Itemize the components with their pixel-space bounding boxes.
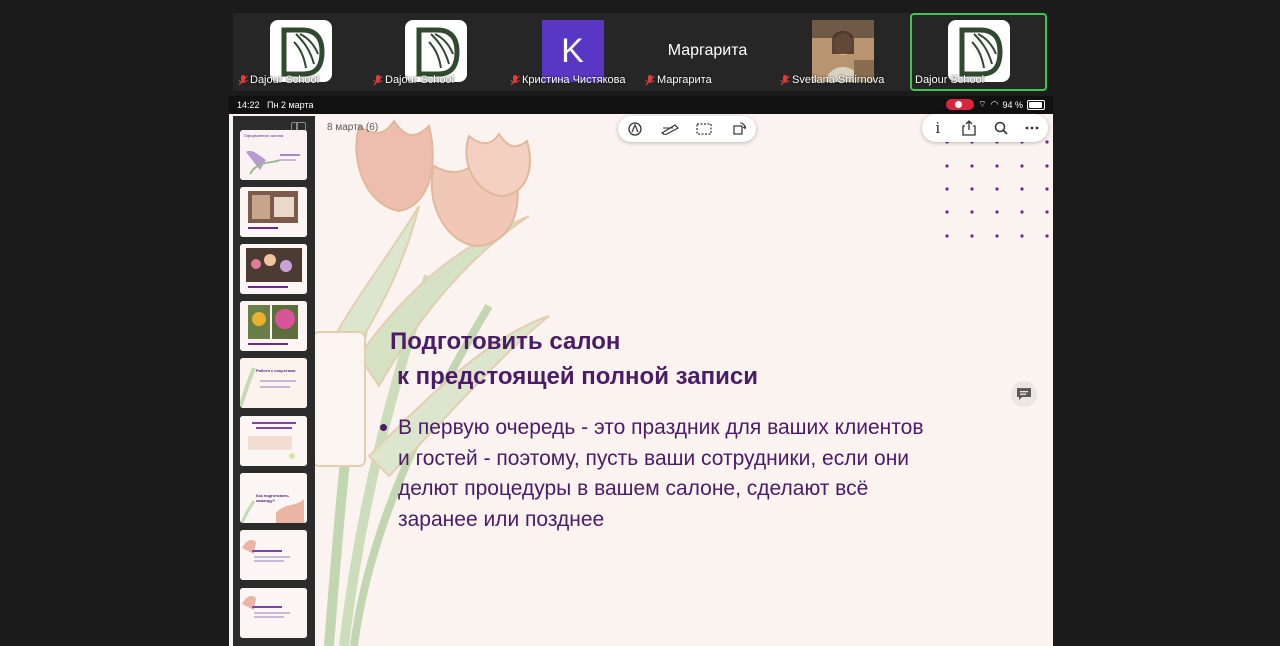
ruler-icon[interactable]: [660, 120, 679, 138]
participant-tile[interactable]: Dajour School: [233, 13, 368, 91]
markup-pen-icon[interactable]: [626, 120, 644, 138]
status-date: Пн 2 марта: [267, 100, 314, 110]
page-thumbnail[interactable]: [240, 244, 307, 294]
dot-grid-decoration: [945, 140, 1049, 238]
participant-name: Svetlana Smirnova: [792, 74, 885, 86]
mic-muted-icon: [238, 74, 248, 85]
headphones-icon: ◠: [990, 99, 999, 109]
dajour-logo-icon: [404, 20, 467, 82]
markup-toolbar: [618, 116, 756, 142]
status-time: 14:22: [237, 100, 260, 110]
page-thumbnail[interactable]: Работа с соцсетями: [240, 358, 307, 408]
slide-bullet-item: В первую очередь - это праздник для ваши…: [380, 413, 940, 535]
participant-tile[interactable]: Dajour School: [368, 13, 503, 91]
avatar: K: [541, 20, 604, 82]
thumbnail-caption: Как подготовить команду?: [256, 493, 289, 503]
battery-percent: 94 %: [1002, 99, 1023, 110]
thumbnail-caption: Работа с соцсетями: [256, 368, 296, 373]
participant-strip: Dajour School Dajour School K Кристина Ч…: [233, 13, 1048, 91]
participant-tile[interactable]: Маргарита Маргарита: [640, 13, 775, 91]
page-thumbnail[interactable]: Как подготовить команду?: [240, 473, 307, 523]
more-icon[interactable]: [1023, 119, 1041, 137]
page-thumbnail[interactable]: Оформление салона: [240, 130, 307, 180]
dajour-logo-icon: [947, 20, 1010, 82]
document-title: 8 марта (6): [327, 122, 379, 133]
thumbnail-caption: Оформление салона: [244, 133, 284, 138]
participant-name: Dajour School: [250, 74, 320, 86]
participant-display-name: Маргарита: [667, 42, 748, 59]
slide-title: Подготовить салон к предстоящей полной з…: [390, 324, 850, 394]
ipad-status-bar: 14:22 Пн 2 марта ⌔ ◠ 94 %: [229, 96, 1053, 114]
battery-icon: [1027, 99, 1045, 110]
avatar-photo: [811, 20, 874, 82]
mic-muted-icon: [780, 74, 790, 85]
document-toolbar: i: [922, 114, 1048, 142]
mic-muted-icon: [373, 74, 383, 85]
rotate-icon[interactable]: [730, 120, 748, 138]
wifi-icon: ⌔: [978, 99, 987, 109]
mic-muted-icon: [645, 74, 655, 85]
screen-recording-icon: [946, 99, 975, 110]
mic-muted-icon: [510, 74, 520, 85]
participant-name: Dajour School: [915, 74, 985, 86]
share-icon[interactable]: [960, 119, 978, 137]
slide-title-line2: к предстоящей полной записи: [397, 363, 758, 390]
page-thumbnails-sidebar: Оформление салона Работа с соцсетями Как…: [233, 116, 315, 646]
participant-name: Кристина Чистякова: [522, 74, 626, 86]
page-thumbnail[interactable]: [240, 301, 307, 351]
dajour-logo-icon: [269, 20, 332, 82]
shared-screen: 14:22 Пн 2 марта ⌔ ◠ 94 % Оформление сал…: [229, 96, 1053, 646]
search-icon[interactable]: [992, 119, 1010, 137]
comment-bubble-icon[interactable]: [1011, 381, 1037, 407]
page-thumbnail[interactable]: [240, 416, 307, 466]
page-thumbnail[interactable]: [240, 588, 307, 638]
page-thumbnail[interactable]: [240, 187, 307, 237]
slide-bullet-text: В первую очередь - это праздник для ваши…: [398, 416, 924, 531]
participant-name: Маргарита: [657, 74, 712, 86]
select-rect-icon[interactable]: [695, 120, 713, 138]
participant-tile-active[interactable]: Dajour School: [910, 13, 1047, 91]
slide-title-line1: Подготовить салон: [390, 328, 621, 355]
info-icon[interactable]: i: [929, 119, 947, 137]
page-thumbnail[interactable]: [240, 530, 307, 580]
bullet-dot-icon: [380, 424, 387, 431]
participant-tile[interactable]: K Кристина Чистякова: [505, 13, 640, 91]
participant-tile[interactable]: Svetlana Smirnova: [775, 13, 910, 91]
participant-name: Dajour School: [385, 74, 455, 86]
